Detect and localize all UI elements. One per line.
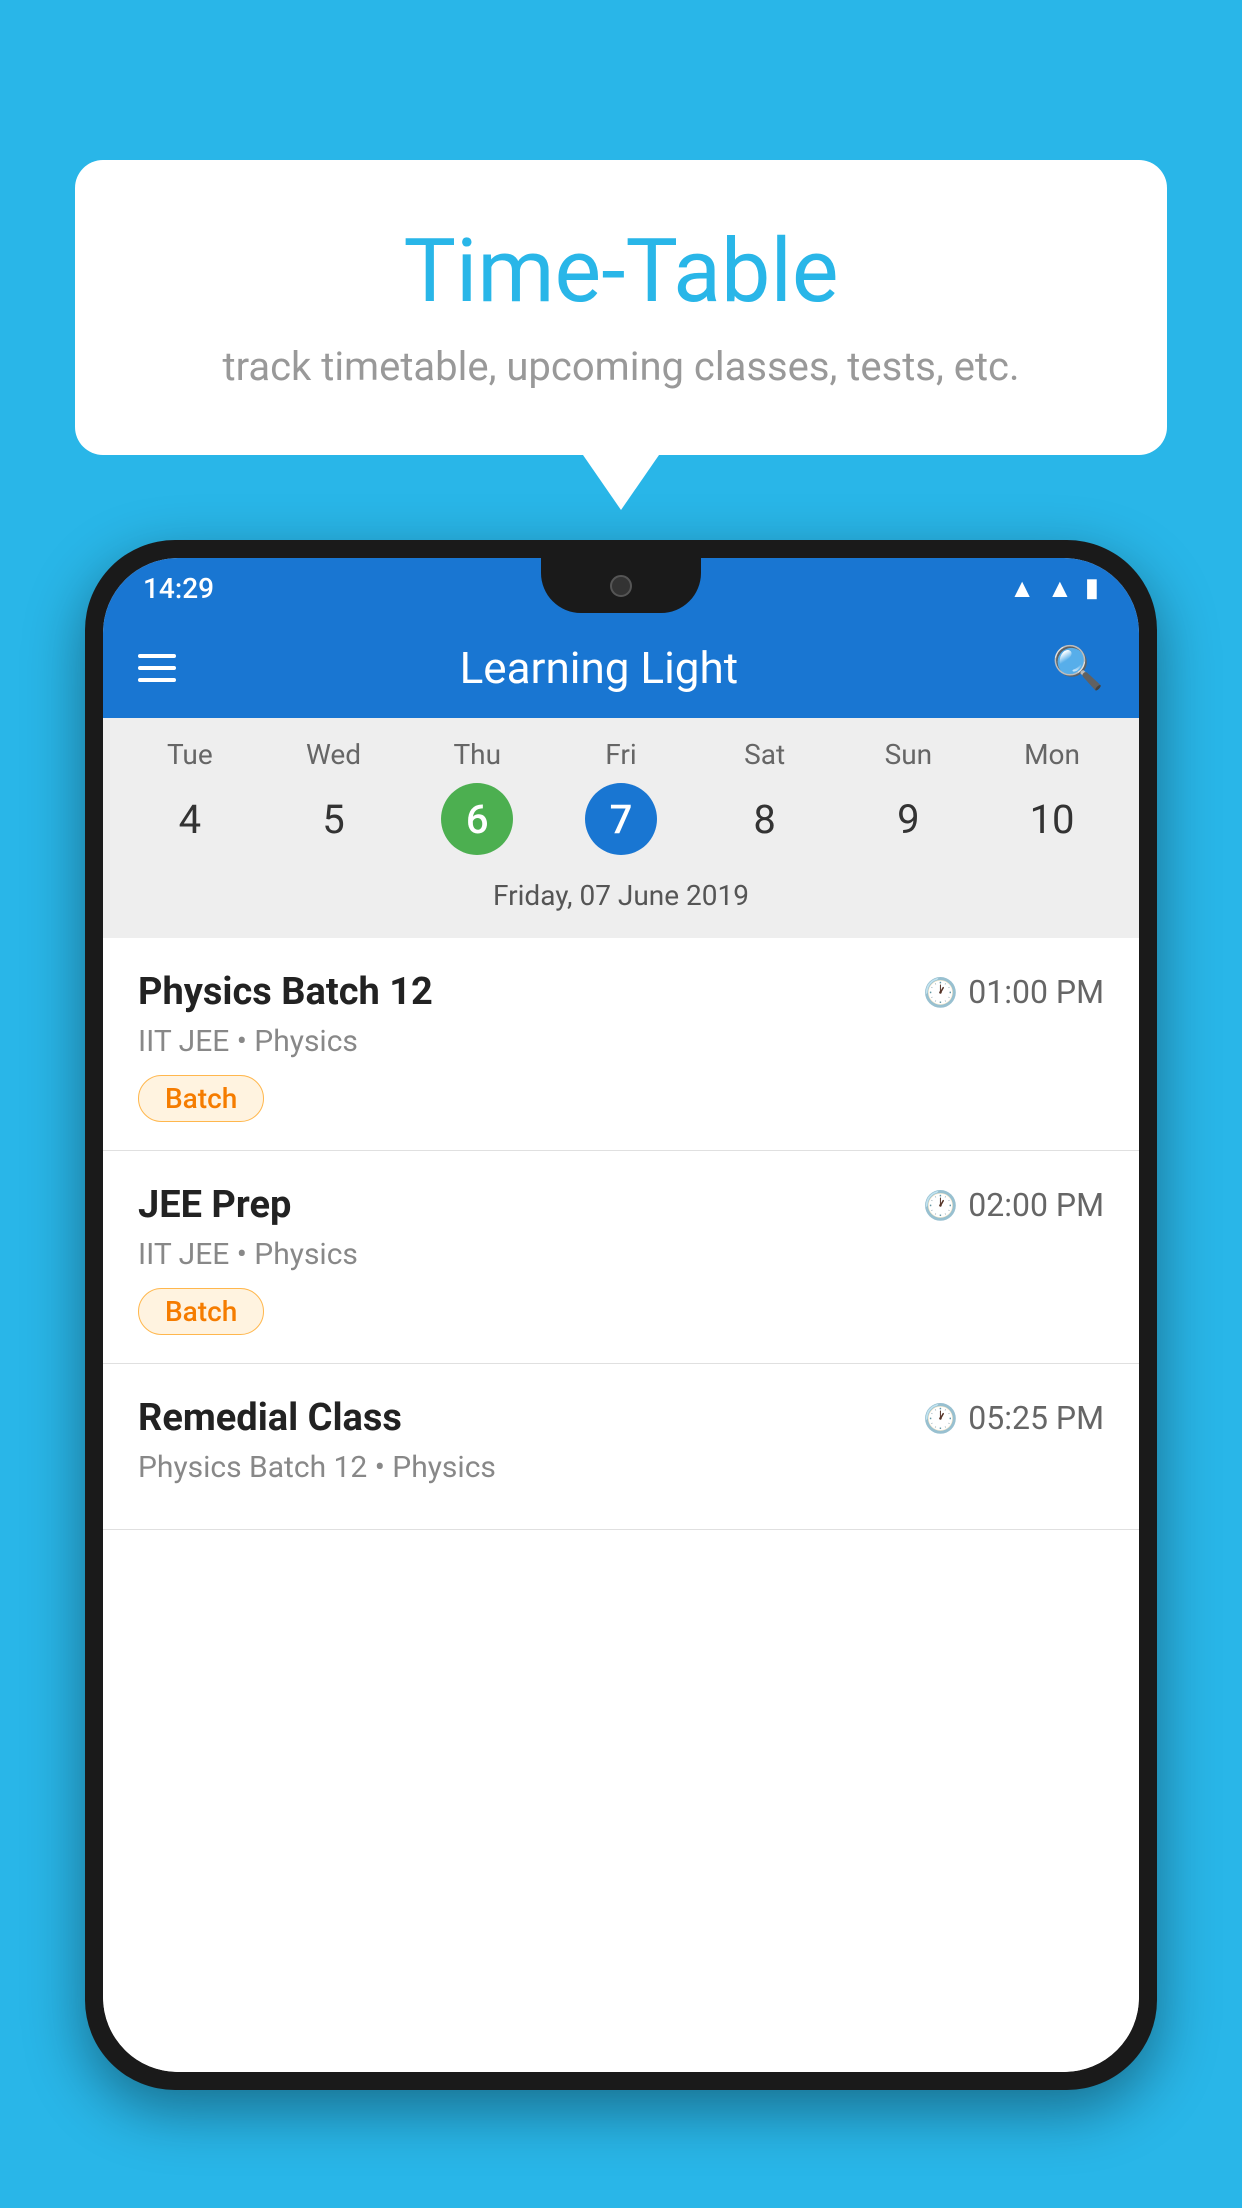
day-name: Wed (306, 738, 361, 771)
schedule-item[interactable]: Remedial Class 🕐 05:25 PM Physics Batch 12… (103, 1364, 1139, 1530)
day-name: Tue (167, 738, 213, 771)
schedule-item-time: 🕐 05:25 PM (923, 1399, 1104, 1437)
days-row: Tue 4 Wed 5 Thu 6 Fri 7 Sat 8 Sun 9 Mon 10 (103, 738, 1139, 855)
calendar-day[interactable]: Tue 4 (125, 738, 255, 855)
status-time: 14:29 (143, 572, 214, 605)
search-icon[interactable]: 🔍 (1052, 644, 1104, 693)
day-number: 4 (154, 783, 226, 855)
selected-date-label: Friday, 07 June 2019 (103, 865, 1139, 928)
day-name: Sun (885, 738, 933, 771)
day-number: 9 (872, 783, 944, 855)
speech-bubble: Time-Table track timetable, upcoming cla… (75, 160, 1167, 455)
day-number: 5 (298, 783, 370, 855)
signal-icon: ▲ (1047, 573, 1073, 604)
calendar-day[interactable]: Sun 9 (843, 738, 973, 855)
speech-bubble-arrow (583, 455, 659, 510)
calendar-day[interactable]: Wed 5 (269, 738, 399, 855)
schedule-item-time: 🕐 02:00 PM (923, 1186, 1104, 1224)
app-title: Learning Light (176, 642, 1022, 694)
calendar-day[interactable]: Mon 10 (987, 738, 1117, 855)
day-number: 8 (729, 783, 801, 855)
phone-inner: 14:29 ▲ ▲ ▮ (103, 558, 1139, 2072)
clock-icon: 🕐 (923, 1189, 958, 1222)
schedule-item-title: Physics Batch 12 (138, 970, 433, 1014)
calendar-day[interactable]: Thu 6 (412, 738, 542, 855)
day-number: 10 (1016, 783, 1088, 855)
phone-screen: 14:29 ▲ ▲ ▮ (103, 558, 1139, 2072)
day-name: Thu (453, 738, 501, 771)
batch-badge: Batch (138, 1075, 264, 1122)
status-icons: ▲ ▲ ▮ (1009, 573, 1099, 604)
wifi-icon: ▲ (1009, 573, 1035, 604)
schedule-item-header: Physics Batch 12 🕐 01:00 PM (138, 970, 1104, 1014)
day-number: 6 (441, 783, 513, 855)
speech-bubble-title: Time-Table (155, 220, 1087, 323)
schedule-item-time: 🕐 01:00 PM (923, 973, 1104, 1011)
calendar-day[interactable]: Sat 8 (700, 738, 830, 855)
schedule-item-header: JEE Prep 🕐 02:00 PM (138, 1183, 1104, 1227)
schedule-item-sub: IIT JEE • Physics (138, 1237, 1104, 1272)
notch (541, 558, 701, 613)
schedule-item-sub: IIT JEE • Physics (138, 1024, 1104, 1059)
day-number: 7 (585, 783, 657, 855)
schedule-item-title: JEE Prep (138, 1183, 291, 1227)
app-bar: Learning Light 🔍 (103, 618, 1139, 718)
speech-bubble-container: Time-Table track timetable, upcoming cla… (75, 160, 1167, 510)
camera-dot (610, 575, 632, 597)
clock-icon: 🕐 (923, 1402, 958, 1435)
hamburger-menu-icon[interactable] (138, 654, 176, 682)
schedule-item-title: Remedial Class (138, 1396, 402, 1440)
phone-frame: 14:29 ▲ ▲ ▮ (85, 540, 1157, 2090)
status-bar: 14:29 ▲ ▲ ▮ (103, 558, 1139, 618)
batch-badge: Batch (138, 1288, 264, 1335)
day-name: Mon (1024, 738, 1080, 771)
speech-bubble-subtitle: track timetable, upcoming classes, tests… (155, 343, 1087, 390)
calendar-day[interactable]: Fri 7 (556, 738, 686, 855)
clock-icon: 🕐 (923, 976, 958, 1009)
day-name: Sat (744, 738, 785, 771)
calendar-strip: Tue 4 Wed 5 Thu 6 Fri 7 Sat 8 Sun 9 Mon 10 Friday, 07… (103, 718, 1139, 938)
battery-icon: ▮ (1085, 573, 1099, 603)
schedule-item-header: Remedial Class 🕐 05:25 PM (138, 1396, 1104, 1440)
schedule-item[interactable]: Physics Batch 12 🕐 01:00 PM IIT JEE • Phys… (103, 938, 1139, 1151)
day-name: Fri (605, 738, 636, 771)
phone-container: 14:29 ▲ ▲ ▮ (85, 540, 1157, 2208)
schedule-item-sub: Physics Batch 12 • Physics (138, 1450, 1104, 1485)
schedule-item[interactable]: JEE Prep 🕐 02:00 PM IIT JEE • Physics Batch (103, 1151, 1139, 1364)
schedule-list: Physics Batch 12 🕐 01:00 PM IIT JEE • Phys… (103, 938, 1139, 2072)
